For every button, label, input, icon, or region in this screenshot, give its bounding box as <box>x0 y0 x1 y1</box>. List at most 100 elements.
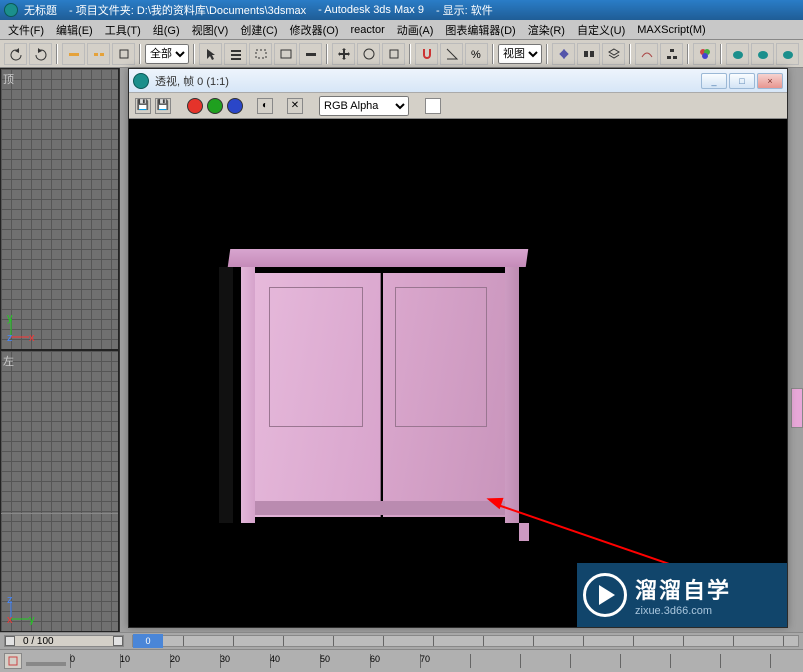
menu-group[interactable]: 组(G) <box>147 20 186 40</box>
align-button[interactable] <box>577 43 600 65</box>
time-slider[interactable] <box>26 662 66 666</box>
cabinet-door-right <box>383 273 505 517</box>
menu-render[interactable]: 渲染(R) <box>522 20 571 40</box>
preview-close-button[interactable]: × <box>757 73 783 89</box>
main-toolbar: 全部 % 视图 <box>0 40 803 68</box>
current-frame-marker[interactable]: 0 <box>133 634 163 648</box>
viewport-left[interactable]: 左 yzx <box>0 350 119 632</box>
menu-modifiers[interactable]: 修改器(O) <box>284 20 345 40</box>
angle-snap-button[interactable] <box>440 43 463 65</box>
tick-label: 60 <box>370 654 380 664</box>
render-preview-window: 透视, 帧 0 (1:1) _ □ × 💾 💾 ◐ ✕ RGB Alpha <box>128 68 788 628</box>
separator <box>193 44 195 64</box>
menu-file[interactable]: 文件(F) <box>2 20 50 40</box>
material-icon <box>698 47 712 61</box>
scrollbar-left-button[interactable] <box>5 636 15 646</box>
select-button[interactable] <box>199 43 222 65</box>
render-scene-button[interactable] <box>726 43 749 65</box>
timeline-ruler[interactable]: 0 <box>132 635 799 647</box>
svg-text:z: z <box>7 332 13 343</box>
scrollbar-track[interactable] <box>62 636 113 646</box>
app-titlebar: 无标题 - 项目文件夹: D:\我的资料库\Documents\3dsmax -… <box>0 0 803 20</box>
auto-key-button[interactable] <box>4 653 22 669</box>
viewport-left-label: 左 <box>3 353 14 369</box>
selection-scope-select[interactable]: 全部 <box>145 44 189 64</box>
percent-icon: % <box>470 47 484 61</box>
select-name-button[interactable] <box>224 43 247 65</box>
channel-blue-button[interactable] <box>227 98 243 114</box>
doc-title: 无标题 <box>24 2 57 18</box>
preview-save-button[interactable]: 💾 <box>135 98 151 114</box>
tick-label: 70 <box>420 654 430 664</box>
percent-snap-button[interactable]: % <box>465 43 488 65</box>
channel-select[interactable]: RGB Alpha <box>319 96 409 116</box>
menu-views[interactable]: 视图(V) <box>186 20 235 40</box>
monochrome-button[interactable]: ◐ <box>257 98 273 114</box>
preview-minimize-button[interactable]: _ <box>701 73 727 89</box>
render-canvas[interactable]: 溜溜自学 zixue.3d66.com <box>129 119 787 627</box>
svg-text:%: % <box>471 49 481 61</box>
render-last-button[interactable] <box>776 43 799 65</box>
schematic-button[interactable] <box>660 43 683 65</box>
color-swatch[interactable] <box>425 98 441 114</box>
move-button[interactable] <box>332 43 355 65</box>
material-editor-button[interactable] <box>693 43 716 65</box>
cabinet-door-left <box>255 273 381 517</box>
menu-maxscript[interactable]: MAXScript(M) <box>631 22 711 38</box>
rect-icon <box>254 47 268 61</box>
window-crossing-button[interactable] <box>274 43 297 65</box>
menu-animation[interactable]: 动画(A) <box>391 20 440 40</box>
unlink-button[interactable] <box>87 43 110 65</box>
cabinet-foot-right <box>519 523 529 541</box>
viewport-top-label: 顶 <box>3 71 14 87</box>
separator <box>687 44 689 64</box>
ruler-ticks: 0 10 20 30 40 50 60 70 <box>70 654 799 668</box>
menu-reactor[interactable]: reactor <box>345 22 391 38</box>
channel-red-button[interactable] <box>187 98 203 114</box>
right-panel-edge[interactable] <box>791 388 803 428</box>
scale-button[interactable] <box>382 43 405 65</box>
region-rect-button[interactable] <box>249 43 272 65</box>
timeline-scrollbar[interactable]: 0 / 100 <box>4 635 124 647</box>
move-icon <box>337 47 351 61</box>
preview-title: 透视, 帧 0 (1:1) <box>155 73 699 89</box>
axis-gizmo-left: yzx <box>7 595 37 625</box>
snap-button[interactable] <box>415 43 438 65</box>
display-mode: - 显示: 软件 <box>436 2 493 18</box>
bind-button[interactable] <box>112 43 135 65</box>
preview-maximize-button[interactable]: □ <box>729 73 755 89</box>
cabinet-frame-left <box>241 267 255 523</box>
curve-editor-button[interactable] <box>635 43 658 65</box>
teapot3-icon <box>781 47 795 61</box>
quick-render-button[interactable] <box>751 43 774 65</box>
tick-label: 40 <box>270 654 280 664</box>
layers-button[interactable] <box>602 43 625 65</box>
mirror-button[interactable] <box>552 43 575 65</box>
clear-button[interactable]: ✕ <box>287 98 303 114</box>
watermark-banner: 溜溜自学 zixue.3d66.com <box>577 563 787 627</box>
filter-button[interactable] <box>299 43 322 65</box>
separator <box>56 44 58 64</box>
scrollbar-right-button[interactable] <box>113 636 123 646</box>
preview-titlebar[interactable]: 透视, 帧 0 (1:1) _ □ × <box>129 69 787 93</box>
undo-button[interactable] <box>4 43 27 65</box>
menu-edit[interactable]: 编辑(E) <box>50 20 99 40</box>
menu-create[interactable]: 创建(C) <box>234 20 283 40</box>
rotate-button[interactable] <box>357 43 380 65</box>
menu-customize[interactable]: 自定义(U) <box>571 20 631 40</box>
separator <box>720 44 722 64</box>
menu-tools[interactable]: 工具(T) <box>99 20 147 40</box>
link-button[interactable] <box>62 43 85 65</box>
list-icon <box>229 47 243 61</box>
layers-icon <box>607 47 621 61</box>
viewport-top[interactable]: 顶 xyz <box>0 68 119 350</box>
cabinet-top <box>228 249 529 267</box>
preview-save-copy-button[interactable]: 💾 <box>155 98 171 114</box>
redo-button[interactable] <box>29 43 52 65</box>
cabinet-frame-right <box>505 267 519 523</box>
rotate-icon <box>362 47 376 61</box>
filter-icon <box>304 47 318 61</box>
channel-green-button[interactable] <box>207 98 223 114</box>
reference-select[interactable]: 视图 <box>498 44 542 64</box>
menu-graph[interactable]: 图表编辑器(D) <box>439 20 521 40</box>
